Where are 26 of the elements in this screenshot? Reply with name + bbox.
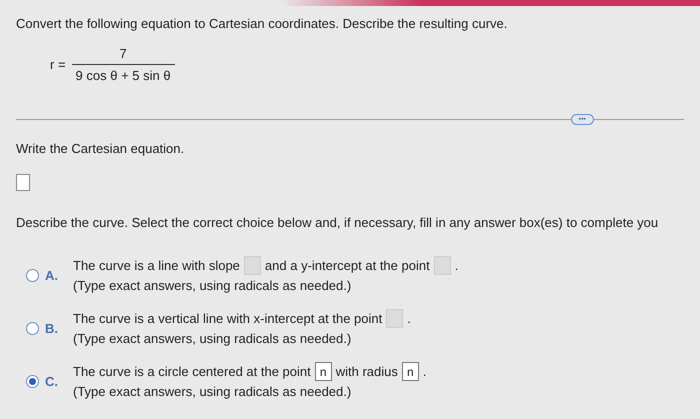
fraction-denominator: 9 cos θ + 5 sin θ (72, 64, 175, 86)
choice-note: (Type exact answers, using radicals as needed.) (73, 382, 352, 401)
choice-text: with radius (336, 363, 398, 381)
choice-note: (Type exact answers, using radicals as needed.) (73, 276, 352, 295)
radio-button[interactable] (26, 375, 39, 388)
choice-text: The curve is a vertical line with x-intercept at the point (73, 310, 382, 328)
prompt-text: Describe the curve. Select the correct choice below and, if necessary, fill in any answer box(es) to complete you (16, 214, 660, 232)
choice-text: . (422, 363, 426, 381)
choice-letter: C. (45, 372, 59, 391)
choice-letter: A. (45, 266, 59, 285)
prompt-text: Write the Cartesian equation. (16, 140, 186, 158)
answer-box[interactable]: n (402, 362, 419, 382)
equation-lhs: r = (50, 56, 66, 74)
instruction-text: Convert the following equation to Cartesian coordinates. Describe the resulting curve. (16, 15, 508, 33)
choice-text: and a y-intercept at the point (264, 257, 430, 275)
choice-text: . (454, 257, 458, 275)
choice-text: . (407, 310, 411, 328)
radio-button[interactable] (26, 322, 39, 335)
choice-text: The curve is a circle centered at the point (73, 363, 311, 381)
choice-text: The curve is a line with slope (73, 257, 240, 275)
choice-letter: B. (45, 320, 59, 338)
radio-button[interactable] (26, 269, 39, 282)
fraction-numerator: 7 (118, 44, 128, 62)
answer-box[interactable]: n (314, 362, 332, 382)
answer-box[interactable] (16, 174, 30, 191)
choice-note: (Type exact answers, using radicals as needed.) (73, 330, 352, 348)
